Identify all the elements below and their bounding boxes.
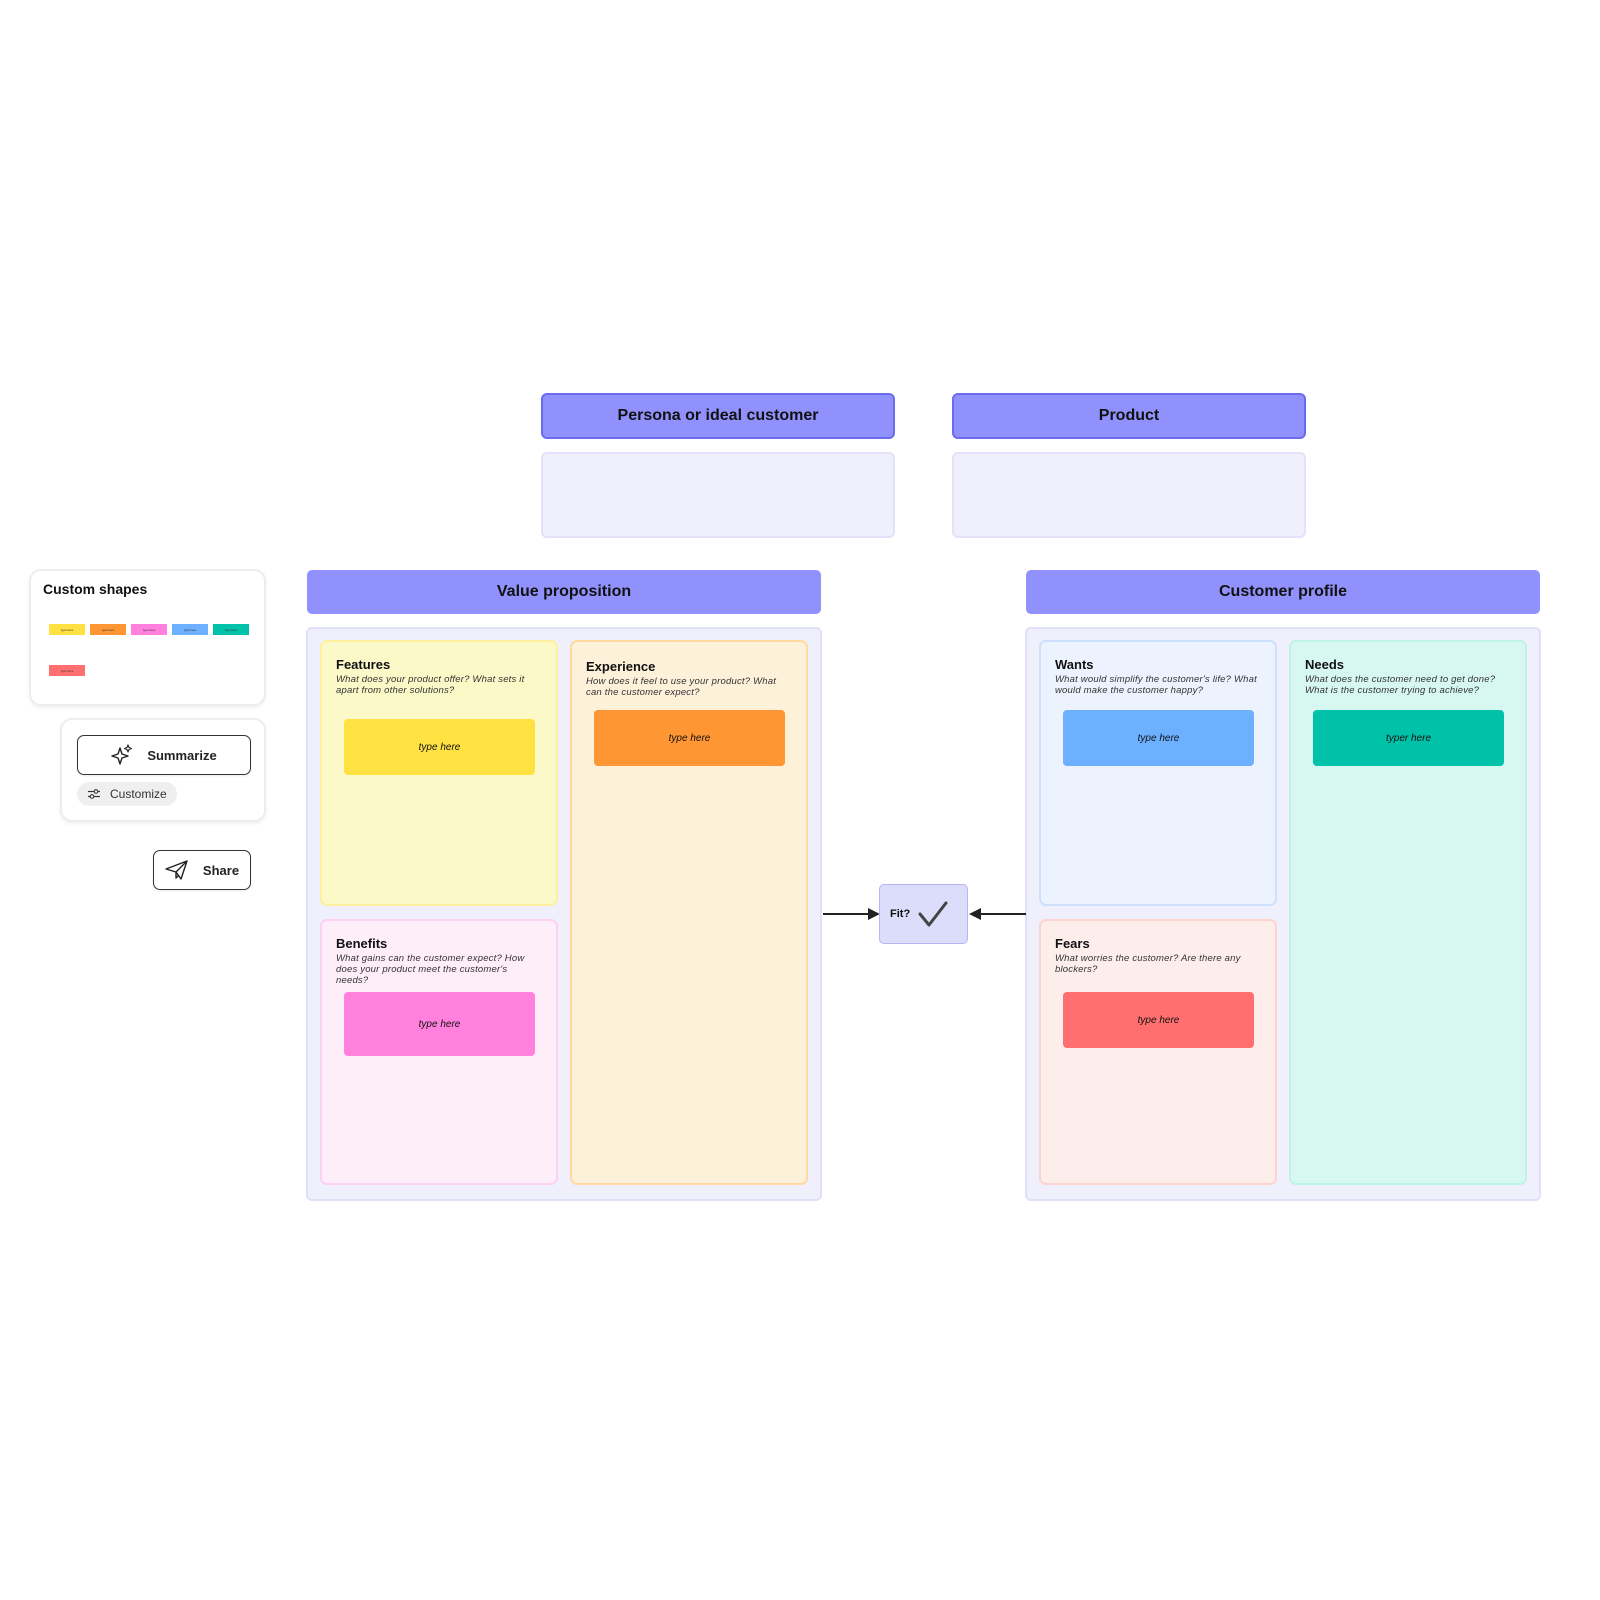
experience-sticky-text: type here: [668, 732, 711, 744]
persona-input-area[interactable]: [541, 452, 895, 538]
fears-sticky-text: type here: [1137, 1014, 1180, 1026]
custom-shapes-panel: Custom shapes type here type here type h…: [29, 569, 266, 706]
share-label: Share: [202, 862, 240, 878]
wants-card[interactable]: Wants What would simplify the customer's…: [1039, 640, 1277, 906]
persona-title: Persona or ideal customer: [617, 407, 819, 424]
features-desc: What does your product offer? What sets …: [336, 674, 525, 696]
customize-label: Customize: [110, 787, 167, 801]
shape-swatch-red[interactable]: type here: [49, 665, 85, 676]
features-sticky-note[interactable]: type here: [344, 719, 535, 775]
fears-sticky-note[interactable]: type here: [1063, 992, 1254, 1048]
features-title: Features: [336, 657, 391, 672]
benefits-sticky-note[interactable]: type here: [344, 992, 535, 1056]
swatch-label: type here: [60, 668, 74, 673]
wants-desc: What would simplify the customer's life?…: [1055, 674, 1257, 696]
shape-swatch-blue[interactable]: type here: [172, 624, 208, 635]
right-arrowhead-icon: [969, 908, 981, 920]
needs-card[interactable]: Needs What does the customer need to get…: [1289, 640, 1527, 1185]
customize-button[interactable]: Customize: [77, 782, 177, 806]
product-header[interactable]: Product: [952, 393, 1306, 439]
sparkle-icon: [111, 744, 133, 765]
fit-label: Fit?: [890, 908, 911, 920]
sliders-icon: [88, 789, 100, 799]
benefits-title: Benefits: [336, 936, 388, 951]
wants-sticky-text: type here: [1137, 732, 1180, 744]
swatch-label: type here: [183, 627, 197, 632]
experience-title: Experience: [586, 659, 656, 674]
experience-sticky-note[interactable]: type here: [594, 710, 785, 766]
swatch-label: type here: [101, 627, 115, 632]
wants-title: Wants: [1055, 657, 1094, 672]
features-card[interactable]: Features What does your product offer? W…: [320, 640, 558, 906]
benefits-card[interactable]: Benefits What gains can the customer exp…: [320, 919, 558, 1185]
benefits-desc: What gains can the customer expect? How …: [336, 953, 525, 986]
summarize-label: Summarize: [147, 747, 217, 763]
customer-profile-title: Customer profile: [1218, 583, 1347, 600]
wants-sticky-note[interactable]: type here: [1063, 710, 1254, 766]
product-input-area[interactable]: [952, 452, 1306, 538]
shape-swatch-yellow[interactable]: type here: [49, 624, 85, 635]
summarize-button[interactable]: Summarize: [77, 735, 251, 775]
fears-desc: What worries the customer? Are there any…: [1055, 953, 1241, 975]
value-proposition-title: Value proposition: [496, 583, 632, 600]
value-proposition-header[interactable]: Value proposition: [307, 570, 821, 614]
ai-panel: Summarize Customize: [60, 718, 266, 822]
swatch-label: type here: [142, 627, 156, 632]
needs-desc: What does the customer need to get done?…: [1305, 674, 1496, 696]
checkmark-icon: [918, 901, 948, 927]
shape-swatch-pink[interactable]: type here: [131, 624, 167, 635]
needs-sticky-note[interactable]: typer here: [1313, 710, 1504, 766]
shape-swatch-orange[interactable]: type here: [90, 624, 126, 635]
share-button[interactable]: Share: [153, 850, 251, 890]
product-title: Product: [1098, 407, 1160, 424]
needs-title: Needs: [1305, 657, 1345, 672]
customer-profile-header[interactable]: Customer profile: [1026, 570, 1540, 614]
custom-shapes-title: Custom shapes: [43, 581, 148, 597]
swatch-label: type here: [224, 627, 238, 632]
features-sticky-text: type here: [418, 741, 461, 753]
persona-header[interactable]: Persona or ideal customer: [541, 393, 895, 439]
swatch-label: type here: [60, 627, 74, 632]
benefits-sticky-text: type here: [418, 1018, 461, 1030]
experience-desc: How does it feel to use your product? Wh…: [586, 676, 777, 698]
fit-box[interactable]: Fit?: [879, 884, 968, 944]
experience-card[interactable]: Experience How does it feel to use your …: [570, 640, 808, 1185]
shape-swatch-teal[interactable]: type here: [213, 624, 249, 635]
needs-sticky-text: typer here: [1385, 732, 1432, 744]
fears-card[interactable]: Fears What worries the customer? Are the…: [1039, 919, 1277, 1185]
fears-title: Fears: [1055, 936, 1090, 951]
paper-plane-icon: [165, 860, 188, 880]
